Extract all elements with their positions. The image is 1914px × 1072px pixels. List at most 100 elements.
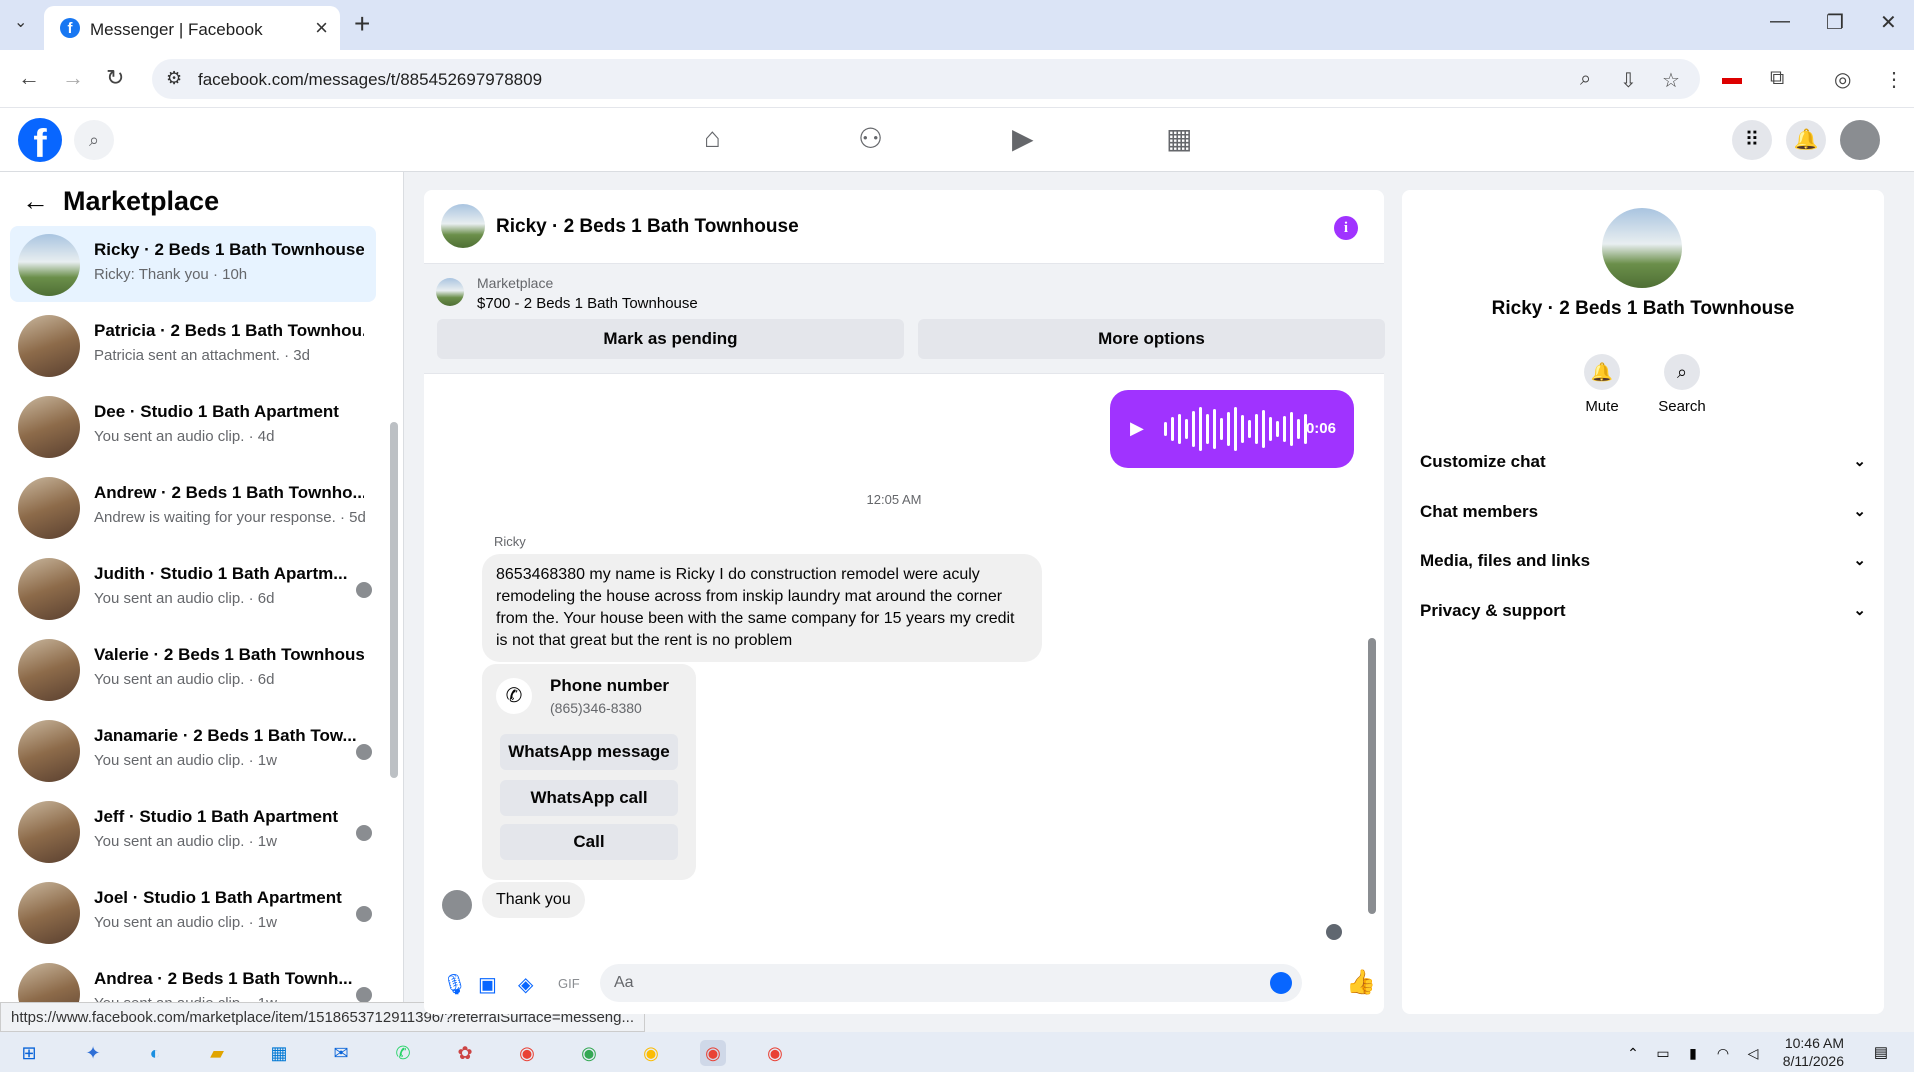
message-input[interactable]: Aa — [600, 964, 1302, 1002]
listing-thumbnail[interactable] — [436, 278, 464, 306]
conversation-item[interactable]: Ricky · 2 Beds 1 Bath Townhouse Ricky: Th… — [10, 226, 376, 302]
file-explorer-icon[interactable]: ▰ — [204, 1040, 230, 1066]
chrome-profile-3-icon[interactable]: ◉ — [762, 1040, 788, 1066]
profile-avatar[interactable] — [1602, 208, 1682, 288]
browser-menu-icon[interactable]: ⋮ — [1884, 67, 1904, 92]
zoom-icon[interactable]: ⌕ — [1580, 68, 1591, 91]
notifications-bell-icon[interactable]: 🔔 — [1786, 120, 1826, 160]
microphone-icon[interactable]: 🎙 — [442, 972, 467, 997]
omnibox[interactable]: ⚙ facebook.com/messages/t/88545269797880… — [152, 59, 1700, 99]
forward-icon[interactable]: → — [62, 65, 84, 91]
call-button[interactable]: Call — [500, 824, 678, 860]
wifi-icon[interactable]: ◠ — [1710, 1040, 1736, 1066]
reload-icon[interactable]: ↻ — [106, 65, 124, 91]
outlook-icon[interactable]: ✉ — [328, 1040, 354, 1066]
windows-start-icon[interactable]: ⊞ — [16, 1040, 42, 1066]
info-icon[interactable]: i — [1334, 216, 1358, 240]
privacy-support-section[interactable]: Privacy & support ⌄ — [1420, 601, 1866, 621]
url-text[interactable]: facebook.com/messages/t/885452697978809 — [198, 70, 542, 90]
back-arrow-icon[interactable]: ← — [22, 186, 49, 216]
notification-center-icon[interactable]: ▤ — [1868, 1040, 1894, 1066]
site-info-icon[interactable]: ⚙ — [166, 68, 182, 89]
mark-as-pending-button[interactable]: Mark as pending — [437, 319, 904, 359]
conversation-item[interactable]: Judith · Studio 1 Bath Apartm... You sent… — [10, 550, 376, 626]
tray-device-icon[interactable]: ▭ — [1650, 1040, 1676, 1066]
whatsapp-call-button[interactable]: WhatsApp call — [500, 780, 678, 816]
video-icon[interactable]: ▶ — [1012, 122, 1034, 155]
chrome-active-icon[interactable]: ◉ — [700, 1040, 726, 1066]
phone-number: (865)346-8380 — [550, 700, 642, 716]
audio-clip-message[interactable]: ▶ 0:06 — [1110, 390, 1354, 468]
waveform-bar — [1297, 419, 1300, 439]
conversation-item[interactable]: Jeff · Studio 1 Bath Apartment You sent a… — [10, 793, 376, 869]
whatsapp-message-button[interactable]: WhatsApp message — [500, 734, 678, 770]
battery-icon[interactable]: ▮ — [1680, 1040, 1706, 1066]
tray-chevron-icon[interactable]: ⌃ — [1620, 1040, 1646, 1066]
play-icon[interactable]: ▶ — [1130, 418, 1144, 439]
sender-avatar[interactable] — [442, 890, 472, 920]
listing-title[interactable]: $700 - 2 Beds 1 Bath Townhouse — [477, 295, 698, 312]
friends-icon[interactable]: ⚇ — [858, 122, 883, 155]
new-tab-icon[interactable]: + — [354, 8, 370, 40]
volume-icon[interactable]: ◁ — [1740, 1040, 1766, 1066]
menu-grid-icon[interactable]: ⠿ — [1732, 120, 1772, 160]
account-avatar[interactable] — [1840, 120, 1880, 160]
tab-search-chevron-icon[interactable]: ⌄ — [14, 12, 27, 32]
sticker-icon[interactable]: ◈ — [518, 972, 533, 997]
chat-scrollbar[interactable] — [1368, 638, 1376, 914]
conversation-item[interactable]: Valerie · 2 Beds 1 Bath Townhouse You sen… — [10, 631, 376, 707]
close-window-icon[interactable]: ✕ — [1880, 10, 1897, 35]
chrome-profile-2-icon[interactable]: ◉ — [638, 1040, 664, 1066]
chrome-icon[interactable]: ◉ — [514, 1040, 540, 1066]
conversation-item[interactable]: Dee · Studio 1 Bath Apartment You sent an… — [10, 388, 376, 464]
browser-tab[interactable]: f Messenger | Facebook × — [44, 6, 340, 50]
message-bubble-last[interactable]: Thank you — [482, 882, 585, 918]
photo-icon[interactable]: ▣ — [478, 972, 497, 997]
chrome-profile-icon[interactable]: ◉ — [576, 1040, 602, 1066]
conversation-list-scrollbar[interactable] — [390, 422, 398, 778]
chat-info-panel: Ricky · 2 Beds 1 Bath Townhouse 🔔 Mute ⌕… — [1402, 190, 1884, 1014]
profile-name[interactable]: Ricky · 2 Beds 1 Bath Townhouse — [1402, 298, 1884, 320]
edge-icon[interactable]: ◐ — [142, 1040, 168, 1066]
conversation-item[interactable]: Joel · Studio 1 Bath Apartment You sent a… — [10, 874, 376, 950]
chat-avatar[interactable] — [441, 204, 485, 248]
back-icon[interactable]: ← — [18, 65, 40, 91]
home-icon[interactable]: ⌂ — [704, 122, 721, 154]
waveform-bar — [1290, 412, 1293, 446]
system-clock[interactable]: 10:46 AM 8/11/2026 — [1783, 1034, 1844, 1070]
extensions-puzzle-icon[interactable]: ⧉ — [1770, 67, 1784, 90]
conversation-snippet: Ricky: Thank you · 10h — [94, 266, 248, 283]
emoji-icon[interactable] — [1270, 972, 1292, 994]
conversation-name: Judith · Studio 1 Bath Apartm... — [94, 564, 348, 583]
chat-title[interactable]: Ricky · 2 Beds 1 Bath Townhouse — [496, 216, 799, 238]
gif-icon[interactable]: GIF — [558, 976, 580, 991]
install-app-icon[interactable]: ⇩ — [1620, 68, 1637, 93]
conversation-item[interactable]: Janamarie · 2 Beds 1 Bath Tow... You sent… — [10, 712, 376, 788]
whatsapp-icon[interactable]: ✆ — [390, 1040, 416, 1066]
store-icon[interactable]: ▦ — [266, 1040, 292, 1066]
chevron-down-icon: ⌄ — [1853, 453, 1866, 470]
conversation-item[interactable]: Patricia · 2 Beds 1 Bath Townhou... Patri… — [10, 307, 376, 383]
app-icon[interactable]: ✿ — [452, 1040, 478, 1066]
minimize-icon[interactable]: — — [1770, 10, 1790, 33]
close-tab-icon[interactable]: × — [315, 15, 328, 41]
extension-icon[interactable]: ▬ — [1722, 67, 1742, 90]
restore-icon[interactable]: ❐ — [1826, 10, 1844, 35]
bookmark-star-icon[interactable]: ☆ — [1662, 68, 1680, 93]
chat-members-section[interactable]: Chat members ⌄ — [1420, 502, 1866, 522]
search-in-chat-button[interactable]: ⌕ Search — [1642, 354, 1722, 415]
marketplace-icon[interactable]: ▦ — [1166, 122, 1192, 155]
media-files-links-section[interactable]: Media, files and links ⌄ — [1420, 551, 1866, 571]
like-thumb-icon[interactable]: 👍 — [1346, 968, 1376, 997]
conversation-item[interactable]: Andrew · 2 Beds 1 Bath Townho... Andrew i… — [10, 469, 376, 545]
mute-button[interactable]: 🔔 Mute — [1562, 354, 1642, 415]
profile-icon[interactable]: ◎ — [1834, 67, 1851, 92]
copilot-icon[interactable]: ✦ — [80, 1040, 106, 1066]
more-options-button[interactable]: More options — [918, 319, 1385, 359]
facebook-logo-icon[interactable]: f — [18, 118, 62, 166]
customize-chat-section[interactable]: Customize chat ⌄ — [1420, 452, 1866, 472]
composer: 🎙 ▣ ◈ GIF Aa 👍 — [424, 954, 1384, 1014]
search-icon[interactable]: ⌕ — [74, 120, 114, 160]
chat-header: Ricky · 2 Beds 1 Bath Townhouse i — [424, 190, 1384, 264]
message-bubble[interactable]: 8653468380 my name is Ricky I do constru… — [482, 554, 1042, 662]
